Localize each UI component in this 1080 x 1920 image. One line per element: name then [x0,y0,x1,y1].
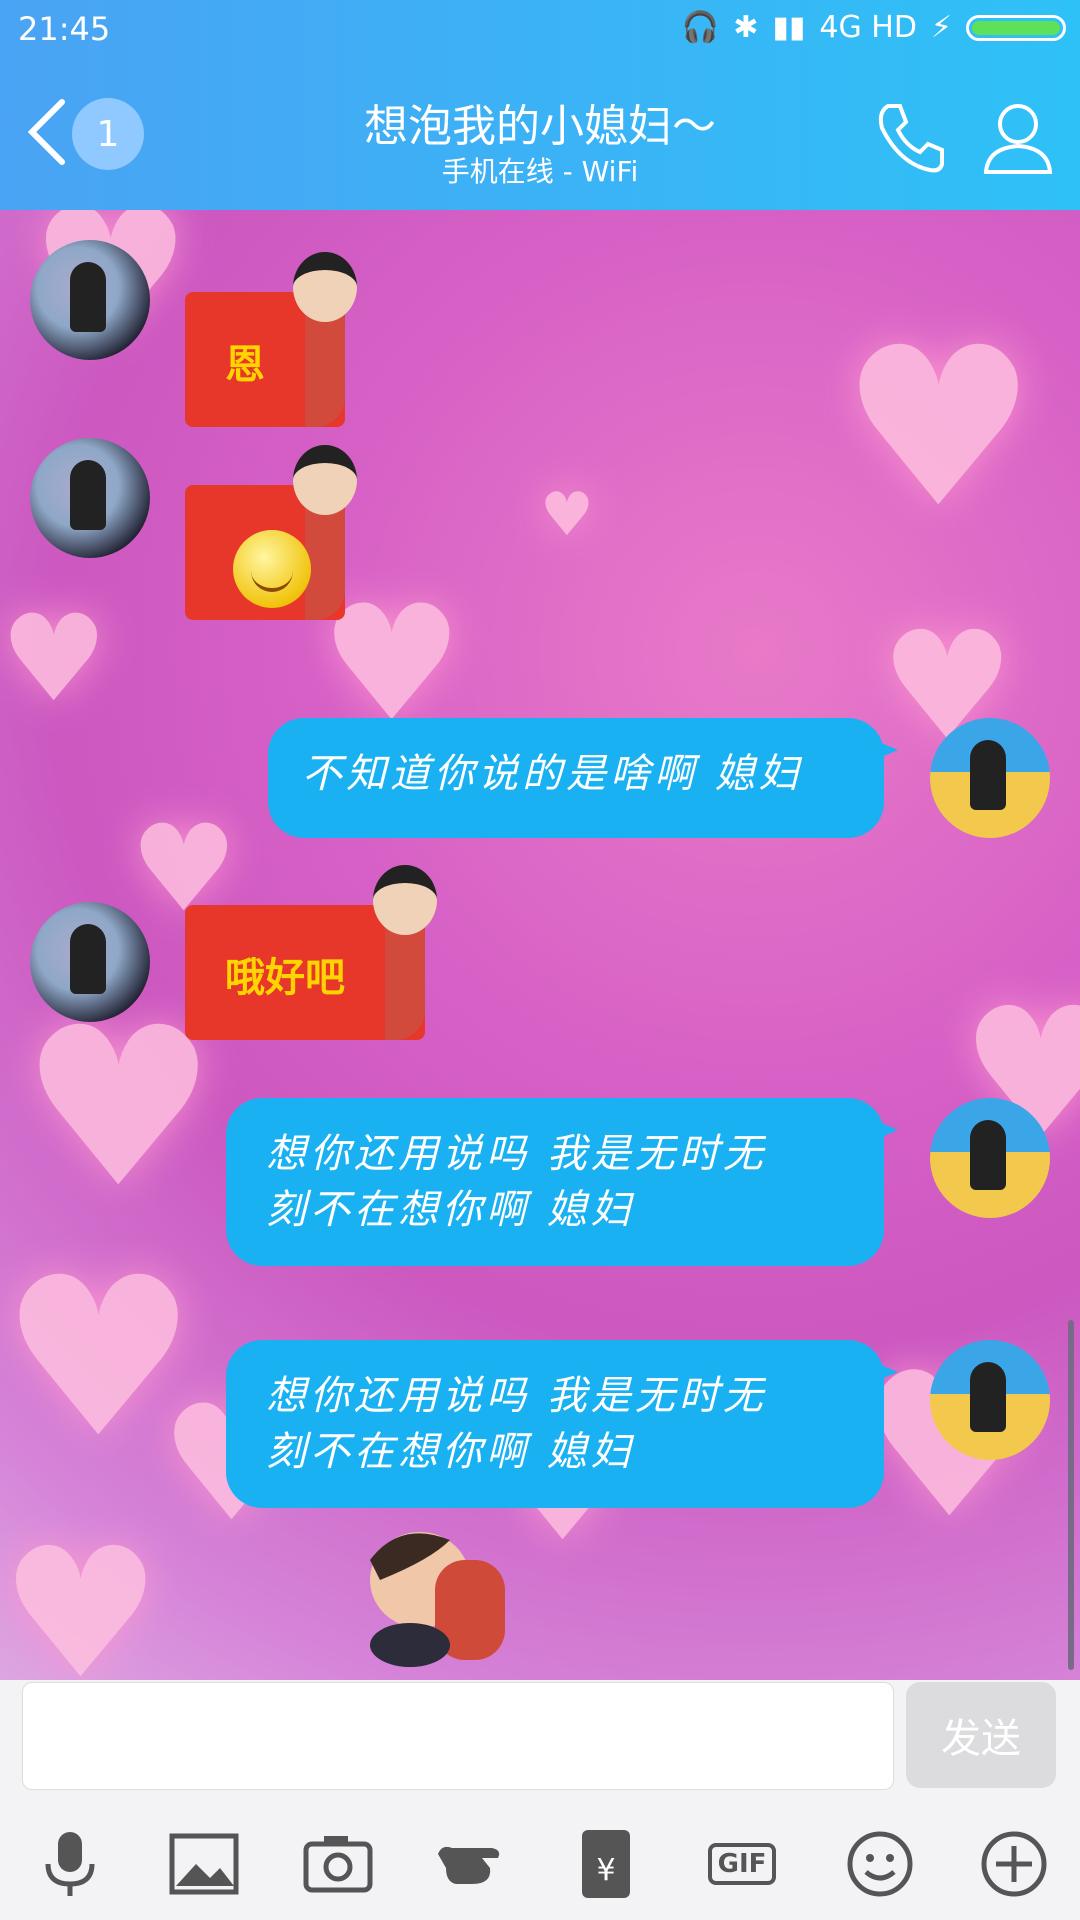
message-text: 不知道你说的是啥啊 媳妇 [302,751,803,797]
svg-text:¥: ¥ [596,1853,615,1888]
contact-avatar[interactable] [30,902,150,1022]
sticker-text: 恩 [225,342,265,388]
message-text-line: 想你还用说吗 我是无时无 [266,1373,767,1419]
gif-label: GIF [707,1843,777,1885]
profile-icon[interactable] [978,98,1058,178]
my-avatar[interactable] [930,718,1050,838]
sent-message-bubble[interactable]: 想你还用说吗 我是无时无 刻不在想你啊 媳妇 [226,1098,898,1266]
red-envelope-sticker[interactable]: 恩 [185,252,357,427]
couple-sticker[interactable] [340,1520,520,1670]
contact-avatar[interactable] [30,240,150,360]
headphones-icon: 🎧 [681,10,720,45]
image-icon[interactable] [164,1824,244,1904]
battery-icon [966,14,1066,41]
input-bar: 发送 [0,1680,1080,1800]
poke-hand-icon[interactable] [432,1824,512,1904]
gif-icon[interactable]: GIF [700,1824,784,1904]
chat-header: 1 想泡我的小媳妇～ 手机在线 - WiFi [0,62,1080,210]
my-avatar[interactable] [930,1098,1050,1218]
contact-avatar[interactable] [30,438,150,558]
bluetooth-icon: ✱ [733,10,759,45]
message-text-line: 刻不在想你啊 媳妇 [266,1429,635,1475]
sticker-text: 哦好吧 [225,955,345,1001]
emoji-icon[interactable] [840,1824,920,1904]
face-icon [373,865,437,935]
heart-decoration: ♥ [0,590,108,729]
message-text-line: 刻不在想你啊 媳妇 [266,1187,635,1233]
scrollbar[interactable] [1068,1320,1074,1670]
status-time: 21:45 [18,10,111,48]
camera-icon[interactable] [298,1824,378,1904]
charging-icon: ⚡ [930,10,952,45]
red-envelope-sticker[interactable]: 哦好吧 [185,865,437,1040]
heart-decoration: ♥ [840,300,1038,556]
send-button[interactable]: 发送 [906,1682,1056,1788]
status-bar: 21:45 🎧 ✱ ▮▮ 4G HD ⚡ [0,0,1080,62]
status-icons: 🎧 ✱ ▮▮ 4G HD ⚡ [682,10,1066,45]
face-icon [293,445,357,515]
chat-area[interactable]: ♥ ♥ ♥ ♥ ♥ ♥ ♥ ♥ ♥ ♥ ♥ ♥ ♥ ♥ 恩 不知道你说的是啥啊 … [0,210,1080,1680]
chat-toolbar: ¥ GIF [0,1800,1080,1920]
microphone-icon[interactable] [30,1824,110,1904]
face-icon [293,252,357,322]
signal-icon: ▮▮ [772,10,806,45]
sent-message-bubble[interactable]: 想你还用说吗 我是无时无 刻不在想你啊 媳妇 [226,1340,898,1508]
phone-icon[interactable] [870,98,950,178]
plus-icon[interactable] [974,1824,1054,1904]
sent-message-bubble[interactable]: 不知道你说的是啥啊 媳妇 [268,718,898,838]
message-text-line: 想你还用说吗 我是无时无 [266,1131,767,1177]
network-label: 4G HD [819,10,917,45]
message-input[interactable] [22,1682,894,1790]
my-avatar[interactable] [930,1340,1050,1460]
red-envelope-sticker[interactable] [185,445,357,620]
smile-emoji-icon [233,530,311,608]
heart-decoration: ♥ [0,1510,162,1680]
red-packet-icon[interactable]: ¥ [566,1824,646,1904]
heart-decoration: ♥ [540,480,594,550]
